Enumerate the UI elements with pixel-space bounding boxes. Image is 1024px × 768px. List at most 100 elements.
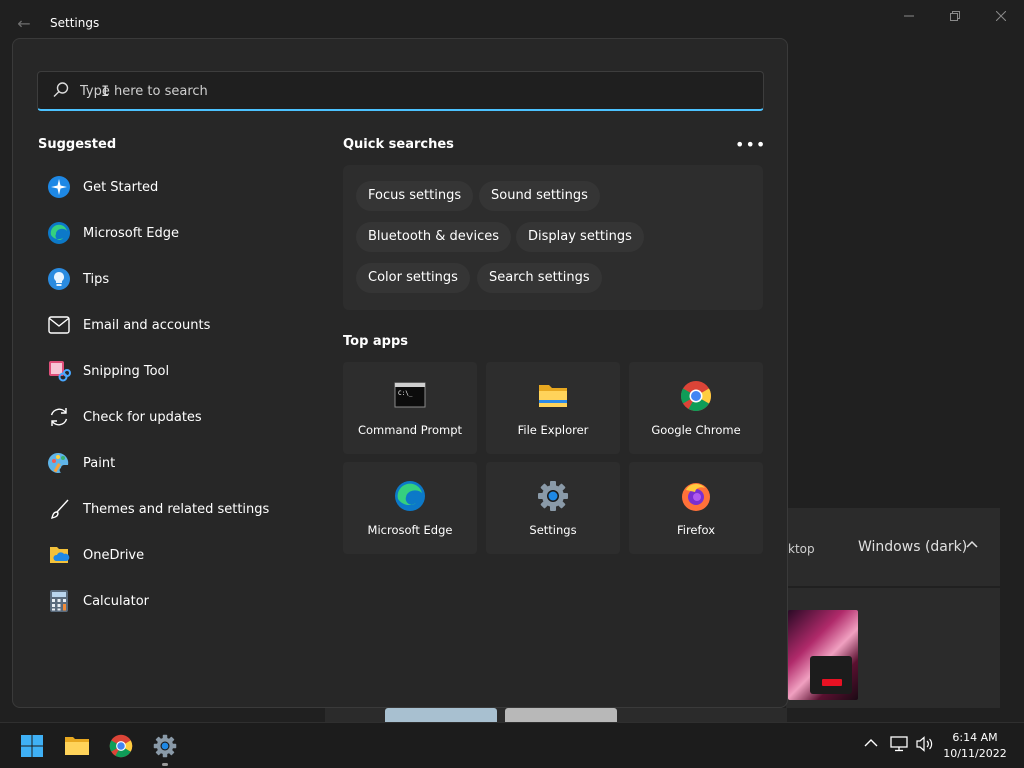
app-tile-settings[interactable]: Settings: [486, 462, 620, 554]
minimize-icon: [904, 15, 914, 17]
chip-focus-settings[interactable]: Focus settings: [356, 181, 474, 211]
taskbar-google-chrome[interactable]: [107, 732, 135, 760]
suggested-item-themes-and-related-settings[interactable]: Themes and related settings: [37, 486, 317, 532]
suggested-item-label: Check for updates: [83, 409, 202, 425]
restore-icon: [950, 11, 960, 21]
theme-value[interactable]: Windows (dark): [858, 539, 967, 555]
suggested-item-label: Email and accounts: [83, 317, 211, 333]
brush-icon: [47, 497, 71, 521]
suggested-item-tips[interactable]: Tips: [37, 256, 317, 302]
edge-icon: [47, 221, 71, 245]
app-tile-google-chrome[interactable]: Google Chrome: [629, 362, 763, 454]
thumbnail-accent-bar: [822, 679, 842, 686]
app-tile-microsoft-edge[interactable]: Microsoft Edge: [343, 462, 477, 554]
active-app-indicator: [162, 763, 168, 766]
suggested-item-label: Microsoft Edge: [83, 225, 180, 241]
suggested-item-label: Tips: [83, 271, 110, 287]
background-theme-swatch-2: [505, 708, 617, 722]
suggested-item-snipping-tool[interactable]: Snipping Tool: [37, 348, 317, 394]
app-tile-command-prompt[interactable]: C:\_ Command Prompt: [343, 362, 477, 454]
app-tile-firefox[interactable]: Firefox: [629, 462, 763, 554]
chrome-icon: [109, 734, 133, 758]
tips-icon: [47, 267, 71, 291]
minimize-button[interactable]: [886, 0, 932, 32]
background-partial-text: ktop: [788, 542, 815, 556]
onedrive-icon: [47, 543, 71, 567]
suggested-item-onedrive[interactable]: OneDrive: [37, 532, 317, 578]
chip-display-settings[interactable]: Display settings: [516, 222, 644, 252]
file-explorer-icon: [65, 737, 89, 755]
suggested-item-calculator[interactable]: Calculator: [37, 578, 317, 624]
taskbar-file-explorer[interactable]: [63, 732, 91, 760]
chip-color-settings[interactable]: Color settings: [356, 263, 470, 293]
command-prompt-icon: C:\_: [394, 382, 426, 408]
edge-icon: [395, 481, 425, 511]
suggested-item-check-for-updates[interactable]: Check for updates: [37, 394, 317, 440]
app-label: Firefox: [676, 523, 716, 537]
taskbar: 6:14 AM 10/11/2022: [0, 722, 1024, 768]
speaker-icon: [916, 736, 933, 752]
refresh-icon: [47, 405, 71, 429]
suggested-item-label: Snipping Tool: [83, 363, 170, 379]
chevron-up-icon: [864, 739, 878, 747]
chrome-icon: [680, 381, 711, 412]
thumbnail-window-preview: [810, 656, 852, 694]
clock-time: 6:14 AM: [952, 731, 998, 744]
app-label: Google Chrome: [651, 423, 741, 437]
suggested-item-get-started[interactable]: Get Started: [37, 164, 317, 210]
quick-searches-panel: Focus settings Sound settings Bluetooth …: [343, 165, 763, 310]
close-button[interactable]: [978, 0, 1024, 32]
search-input[interactable]: [78, 78, 738, 104]
windows-logo-icon: [21, 735, 43, 757]
search-icon: [53, 82, 69, 98]
start-button[interactable]: [18, 732, 46, 760]
calculator-icon: [47, 589, 71, 613]
svg-text:C:\_: C:\_: [398, 390, 413, 397]
suggested-item-label: Paint: [83, 455, 116, 471]
volume-button[interactable]: [916, 736, 934, 756]
chevron-up-icon[interactable]: [966, 539, 978, 555]
app-label: File Explorer: [517, 423, 589, 437]
close-icon: [996, 11, 1006, 21]
network-icon: [890, 736, 908, 752]
app-tile-file-explorer[interactable]: File Explorer: [486, 362, 620, 454]
text-cursor-icon: I: [101, 84, 110, 100]
taskbar-settings[interactable]: [151, 732, 179, 760]
get-started-icon: [47, 175, 71, 199]
restore-button[interactable]: [932, 0, 978, 32]
background-theme-swatch-1: [385, 708, 497, 722]
window-controls: [886, 0, 1024, 32]
back-button[interactable]: ←: [12, 12, 36, 36]
paint-icon: [47, 451, 71, 475]
quick-searches-title: Quick searches: [343, 137, 454, 152]
search-box[interactable]: [37, 71, 764, 111]
app-label: Settings: [529, 523, 577, 537]
suggested-title: Suggested: [38, 137, 117, 152]
suggested-item-paint[interactable]: Paint: [37, 440, 317, 486]
suggested-item-label: Themes and related settings: [83, 501, 270, 517]
settings-gear-icon: [538, 481, 568, 511]
taskbar-clock[interactable]: 6:14 AM 10/11/2022: [938, 730, 1012, 762]
suggested-item-email-and-accounts[interactable]: Email and accounts: [37, 302, 317, 348]
app-label: Command Prompt: [357, 423, 463, 437]
suggested-item-label: Calculator: [83, 593, 150, 609]
search-flyout: Suggested Get Started Microsoft Edge Tip…: [12, 38, 788, 708]
show-hidden-icons-button[interactable]: [864, 736, 878, 754]
file-explorer-icon: [539, 385, 567, 407]
mail-icon: [47, 313, 71, 337]
suggested-list: Get Started Microsoft Edge Tips Email an…: [37, 164, 317, 624]
more-options-icon[interactable]: •••: [735, 135, 766, 154]
snipping-tool-icon: [47, 359, 71, 383]
suggested-item-label: Get Started: [83, 179, 159, 195]
chip-sound-settings[interactable]: Sound settings: [479, 181, 600, 211]
chip-search-settings[interactable]: Search settings: [477, 263, 602, 293]
clock-date: 10/11/2022: [943, 747, 1007, 760]
suggested-item-microsoft-edge[interactable]: Microsoft Edge: [37, 210, 317, 256]
window-title: Settings: [50, 16, 100, 30]
chip-bluetooth-devices[interactable]: Bluetooth & devices: [356, 222, 511, 252]
top-apps-title: Top apps: [343, 334, 409, 349]
suggested-item-label: OneDrive: [83, 547, 145, 563]
network-button[interactable]: [890, 736, 908, 756]
firefox-icon: [682, 483, 710, 511]
settings-gear-icon: [153, 734, 177, 758]
